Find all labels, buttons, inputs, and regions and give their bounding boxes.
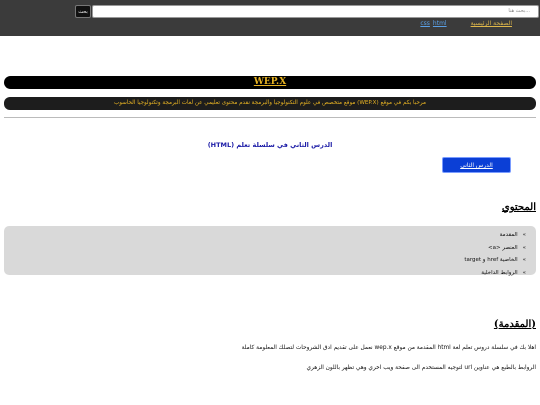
content-heading: المحتوي: [501, 202, 536, 213]
toc-item-a-element[interactable]: »العنصر <a>: [4, 242, 526, 255]
next-lesson-button[interactable]: الدرس الثاني: [442, 157, 511, 173]
toc-item-internal-links[interactable]: »الروابط الداخلية: [4, 267, 526, 280]
nav-language-links: html css: [420, 20, 446, 27]
bullet-icon: »: [522, 269, 526, 276]
toc-item-intro[interactable]: »المقدمة: [4, 229, 526, 242]
search-button[interactable]: بحث: [75, 5, 91, 18]
nav-html-link[interactable]: html: [433, 20, 447, 27]
bullet-icon: »: [522, 257, 526, 263]
intro-heading: (المقدمة): [493, 319, 536, 330]
nav-css-link[interactable]: css: [420, 20, 430, 27]
top-navigation-bar: بحث بحث هنا... الصفحة الرئيسية html css: [0, 0, 540, 36]
divider: [4, 117, 536, 118]
nav-links: الصفحة الرئيسية html css: [420, 20, 512, 27]
bullet-icon: »: [522, 232, 526, 238]
toc-item-href-target[interactable]: »الخاصية href و target: [4, 254, 526, 267]
table-of-contents: »المقدمة »العنصر <a> »الخاصية href و tar…: [4, 226, 536, 276]
lesson-title: الدرس الثاني في سلسلة تعلم (HTML): [207, 141, 333, 149]
intro-paragraph-2: الروابط بالطبع هي عناوين url لتوجيه المس…: [306, 365, 536, 371]
search-input[interactable]: بحث هنا...: [92, 5, 539, 18]
site-brand-title[interactable]: WEP.X: [4, 76, 536, 89]
bullet-icon: »: [522, 244, 526, 251]
welcome-banner: مرحبا بكم في موقع (WEP.X) موقع متخصص في …: [4, 97, 536, 110]
intro-paragraph-1: اهلا بك في سلسلة دروس تعلم لغة html المق…: [241, 345, 536, 351]
nav-home-link[interactable]: الصفحة الرئيسية: [471, 20, 512, 27]
